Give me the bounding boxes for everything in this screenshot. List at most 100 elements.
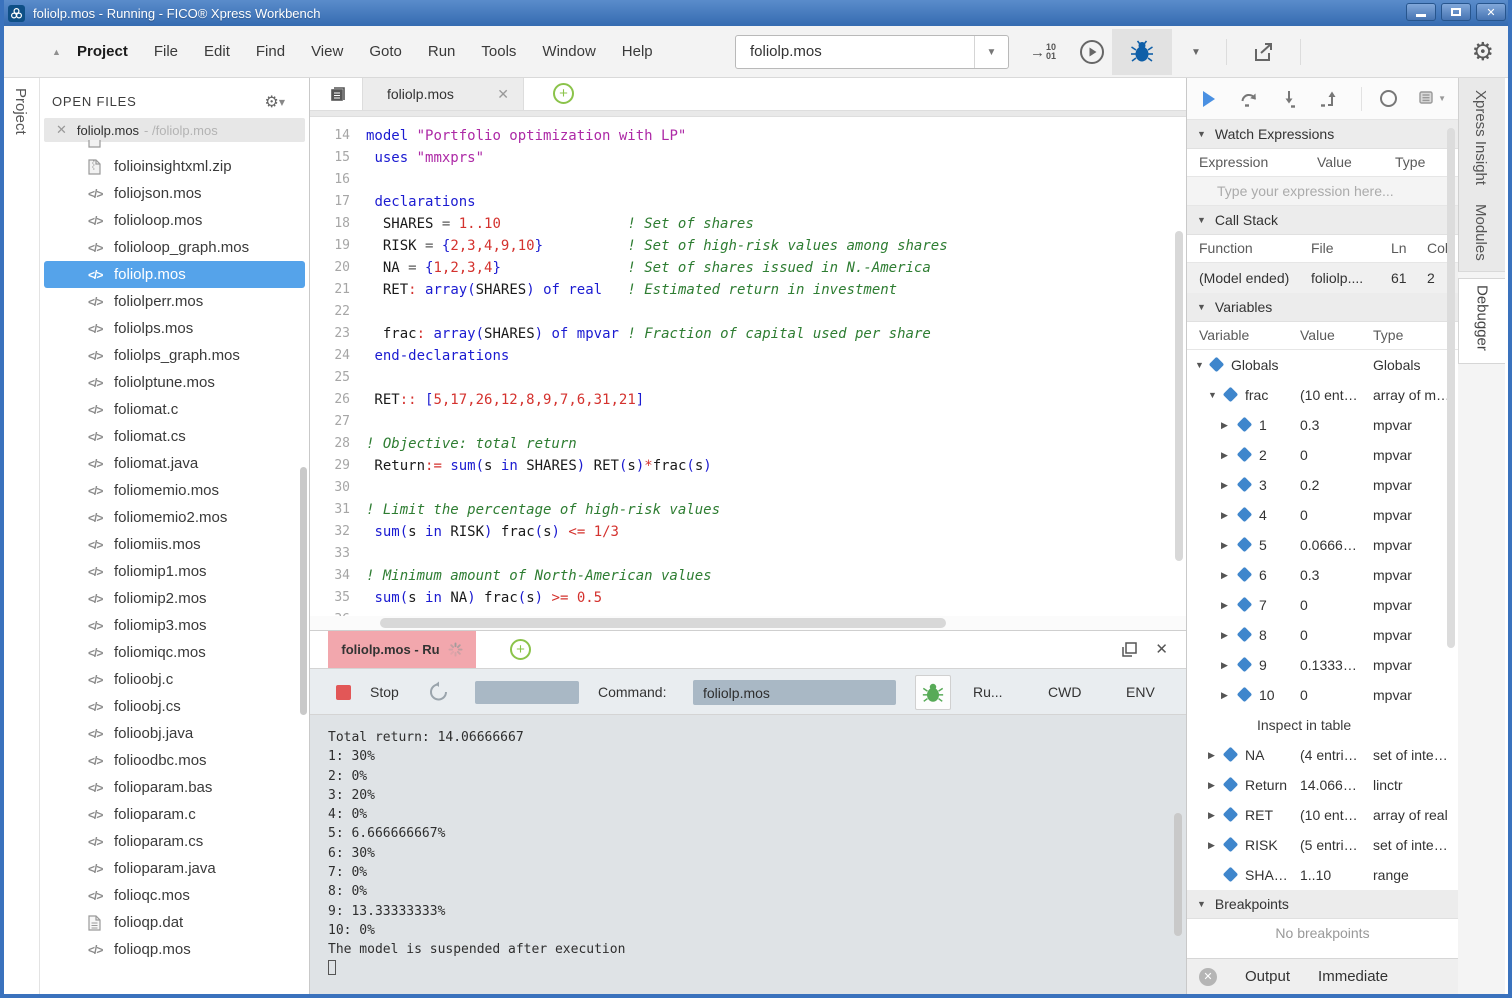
file-tree-item-folioloop_graph-mos[interactable]: </>folioloop_graph.mos	[40, 234, 309, 261]
file-tree-item-folioparam-bas[interactable]: </>folioparam.bas	[40, 774, 309, 801]
breakpoints-header[interactable]: ▼ Breakpoints	[1187, 890, 1458, 919]
close-icon[interactable]: ✕	[56, 122, 67, 138]
file-tree-item-foliomiis-mos[interactable]: </>foliomiis.mos	[40, 531, 309, 558]
file-tree-item-foliolps-mos[interactable]: </>foliolps.mos	[40, 315, 309, 342]
debugger-panel-scrollbar[interactable]	[1447, 128, 1455, 648]
env-button[interactable]: ENV	[1126, 684, 1155, 700]
file-tree-item-folioobj-c[interactable]: </>folioobj.c	[40, 666, 309, 693]
menu-edit[interactable]: Edit	[191, 26, 243, 77]
file-tree-item-foliomat-cs[interactable]: </>foliomat.cs	[40, 423, 309, 450]
editor-tab-foliolp[interactable]: foliolp.mos ✕	[362, 78, 524, 110]
refresh-icon[interactable]	[427, 680, 451, 704]
minimize-button[interactable]	[1406, 3, 1436, 21]
file-tree-item-folioparam-cs[interactable]: </>folioparam.cs	[40, 828, 309, 855]
variable-row-5[interactable]: ▶50.0666…mpvar	[1187, 530, 1458, 560]
cwd-button[interactable]: CWD	[1048, 684, 1081, 700]
stop-label[interactable]: Stop	[370, 684, 399, 700]
chevron-right-icon[interactable]: ▶	[1208, 750, 1215, 761]
variable-row-NA[interactable]: ▶NA(4 entri…set of inte…	[1187, 740, 1458, 770]
chevron-right-icon[interactable]: ▶	[1221, 690, 1228, 701]
run-output-console[interactable]: Total return: 14.066666671: 30%2: 0%3: 2…	[310, 715, 1186, 994]
menu-file[interactable]: File	[141, 26, 191, 77]
close-run-pane-icon[interactable]: ✕	[1155, 640, 1168, 658]
breakpoint-circle-icon[interactable]	[1380, 90, 1397, 107]
variable-row-8[interactable]: ▶80mpvar	[1187, 620, 1458, 650]
chevron-down-icon[interactable]: ▼	[1208, 390, 1217, 400]
file-tree-item-foliomat-c[interactable]: </>foliomat.c	[40, 396, 309, 423]
run-debug-button[interactable]	[915, 675, 951, 710]
open-file-item[interactable]: ✕ foliolp.mos - /foliolp.mos	[44, 118, 305, 142]
variable-row-frac[interactable]: ▼frac(10 ent…array of m…	[1187, 380, 1458, 410]
variable-row-3[interactable]: ▶30.2mpvar	[1187, 470, 1458, 500]
file-tree-item-folioinsightxml-zip[interactable]: folioinsightxml.zip	[40, 153, 309, 180]
output-scrollbar[interactable]	[1174, 813, 1182, 936]
console-tab-immediate[interactable]: Immediate	[1318, 968, 1388, 985]
new-tab-button[interactable]: +	[553, 83, 574, 104]
editor-hscrollbar[interactable]	[310, 616, 1186, 630]
file-list-icon[interactable]	[324, 82, 352, 106]
file-tree-item-folioparam-java[interactable]: </>folioparam.java	[40, 855, 309, 882]
variables-header[interactable]: ▼ Variables	[1187, 293, 1458, 322]
clear-console-icon[interactable]: ✕	[1199, 968, 1217, 986]
debug-dropdown-caret[interactable]: ▼	[1180, 36, 1212, 68]
step-over-icon[interactable]	[1239, 89, 1259, 109]
console-tab-output[interactable]: Output	[1245, 968, 1290, 985]
tab-xpress-insight[interactable]: Xpress Insight	[1472, 90, 1489, 190]
file-tree-item-folioloop-mos[interactable]: </>folioloop.mos	[40, 207, 309, 234]
file-tree-item[interactable]	[40, 140, 309, 153]
compile-button[interactable]: → 1001	[1020, 36, 1066, 68]
file-tree-item-folioodbc-mos[interactable]: </>folioodbc.mos	[40, 747, 309, 774]
file-tree-item-folioqc-mos[interactable]: </>folioqc.mos	[40, 882, 309, 909]
file-tree-item-foliomat-java[interactable]: </>foliomat.java	[40, 450, 309, 477]
file-tree-item-foliomemio2-mos[interactable]: </>foliomemio2.mos	[40, 504, 309, 531]
code-editor[interactable]: 14model "Portfolio optimization with LP"…	[310, 117, 1186, 630]
file-tree-item-folioobj-cs[interactable]: </>folioobj.cs	[40, 693, 309, 720]
menu-window[interactable]: Window	[529, 26, 608, 77]
chevron-right-icon[interactable]: ▶	[1221, 420, 1228, 431]
close-button[interactable]: ✕	[1476, 3, 1506, 21]
file-tree-item-foliolptune-mos[interactable]: </>foliolptune.mos	[40, 369, 309, 396]
chevron-right-icon[interactable]: ▶	[1208, 840, 1215, 851]
chevron-right-icon[interactable]: ▶	[1221, 660, 1228, 671]
chevron-right-icon[interactable]: ▶	[1221, 480, 1228, 491]
share-button[interactable]	[1242, 36, 1286, 68]
variable-row-7[interactable]: ▶70mpvar	[1187, 590, 1458, 620]
call-stack-header[interactable]: ▼ Call Stack	[1187, 206, 1458, 235]
file-tree-item-foliomip2-mos[interactable]: </>foliomip2.mos	[40, 585, 309, 612]
chevron-right-icon[interactable]: ▶	[1221, 540, 1228, 551]
run-tab-foliolp[interactable]: foliolp.mos - Ru	[328, 631, 476, 668]
menu-goto[interactable]: Goto	[356, 26, 415, 77]
project-panel-tab[interactable]: Project	[12, 88, 29, 140]
watch-expression-input[interactable]: Type your expression here...	[1187, 177, 1458, 206]
panel-list-icon[interactable]: ▼	[1419, 91, 1446, 105]
file-tree-item-foliomip1-mos[interactable]: </>foliomip1.mos	[40, 558, 309, 585]
chevron-down-icon[interactable]: ▼	[974, 36, 1008, 68]
chevron-right-icon[interactable]: ▶	[1221, 450, 1228, 461]
settings-gear-icon[interactable]: ⚙	[1472, 37, 1494, 66]
debug-button[interactable]	[1112, 29, 1172, 75]
menu-tools[interactable]: Tools	[468, 26, 529, 77]
variable-row-9[interactable]: ▶90.1333…mpvar	[1187, 650, 1458, 680]
file-tree-item-folioparam-c[interactable]: </>folioparam.c	[40, 801, 309, 828]
variable-row-10[interactable]: ▶100mpvar	[1187, 680, 1458, 710]
file-tree-item-folioqp-dat[interactable]: folioqp.dat	[40, 909, 309, 936]
run-menu-button[interactable]: Ru...	[973, 684, 1003, 700]
tab-modules[interactable]: Modules	[1472, 204, 1489, 266]
detach-pane-icon[interactable]	[1121, 641, 1138, 658]
chevron-down-icon[interactable]: ▼	[1195, 360, 1204, 370]
chevron-right-icon[interactable]: ▶	[1208, 780, 1215, 791]
chevron-right-icon[interactable]: ▶	[1221, 630, 1228, 641]
chevron-right-icon[interactable]: ▶	[1221, 600, 1228, 611]
resume-icon[interactable]	[1203, 91, 1215, 107]
run-target-combobox[interactable]: foliolp.mos ▼	[735, 35, 1009, 69]
close-tab-icon[interactable]: ✕	[497, 86, 509, 103]
stop-icon[interactable]	[336, 685, 351, 700]
variable-row-6[interactable]: ▶60.3mpvar	[1187, 560, 1458, 590]
variable-row-2[interactable]: ▶20mpvar	[1187, 440, 1458, 470]
file-tree-item-foliolp-mos[interactable]: </>foliolp.mos	[44, 261, 305, 288]
file-tree-item-foliomemio-mos[interactable]: </>foliomemio.mos	[40, 477, 309, 504]
command-input[interactable]	[693, 680, 896, 705]
menu-project[interactable]: Project	[64, 26, 141, 77]
variable-row-RISK[interactable]: ▶RISK(5 entri…set of inte…	[1187, 830, 1458, 860]
file-tree-item-folioobj-java[interactable]: </>folioobj.java	[40, 720, 309, 747]
